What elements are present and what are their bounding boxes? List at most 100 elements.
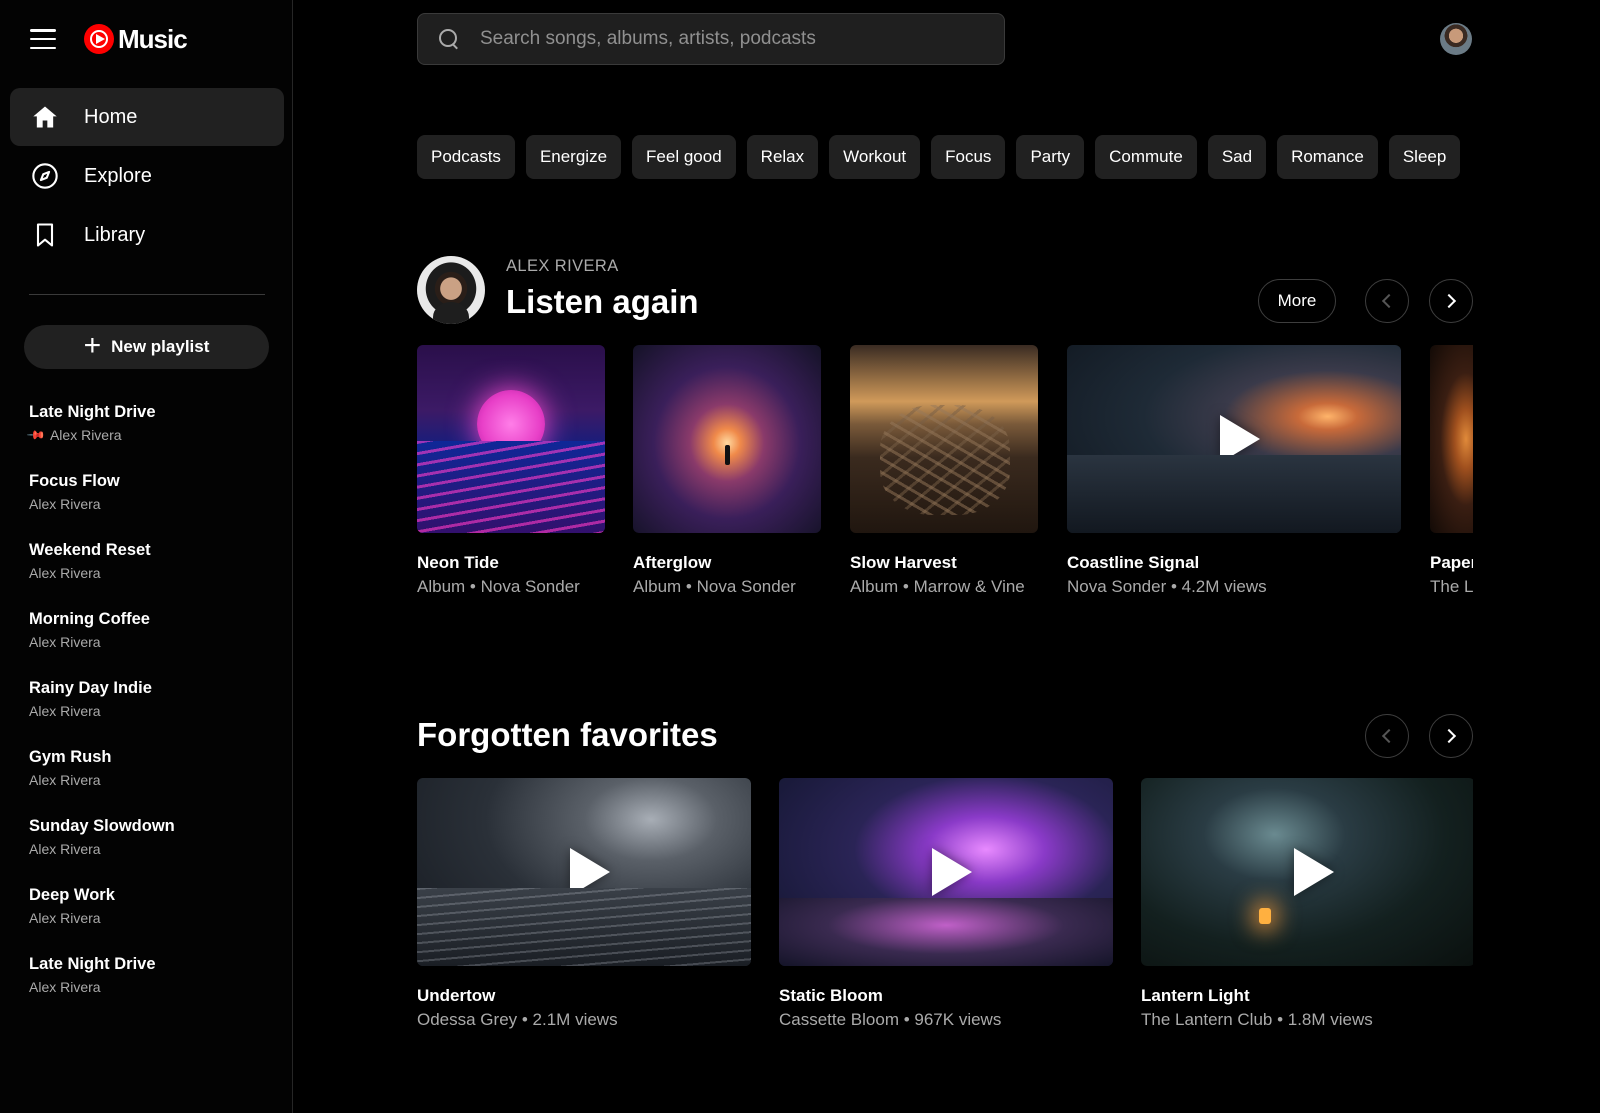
playlist-title: Rainy Day Indie — [29, 679, 152, 697]
play-icon[interactable] — [932, 848, 972, 896]
card-subtitle: Nova Sonder • 4.2M views — [1067, 577, 1267, 596]
play-icon[interactable] — [570, 848, 610, 896]
playlist-title: Weekend Reset — [29, 541, 151, 559]
carousel-next-button[interactable] — [1429, 714, 1473, 758]
sidebar-item-explore[interactable]: Explore — [10, 147, 284, 205]
video-thumbnail[interactable] — [1141, 778, 1473, 966]
playlist-item[interactable]: Late Night Drive 📌 Alex Rivera — [26, 402, 269, 471]
play-icon[interactable] — [1220, 415, 1260, 463]
album-art[interactable] — [417, 345, 605, 533]
menu-icon[interactable] — [30, 29, 56, 49]
app-logo[interactable]: Music — [84, 23, 188, 55]
chip-podcasts[interactable]: Podcasts — [417, 135, 515, 179]
sidebar-item-label: Home — [84, 105, 138, 128]
sidebar-item-home[interactable]: Home — [10, 88, 284, 146]
chip-energize[interactable]: Energize — [525, 135, 622, 179]
card-subtitle: The Lantern Club • 1.8M views — [1141, 1010, 1373, 1029]
playlist-item[interactable]: Sunday Slowdown Alex Rivera — [29, 816, 269, 885]
video-card[interactable]: Lantern Light The Lantern Club • 1.8M vi… — [1141, 778, 1473, 1030]
card-title[interactable]: Static Bloom — [779, 986, 1113, 1006]
playlist-title: Focus Flow — [29, 472, 120, 490]
sidebar-item-label: Library — [84, 223, 146, 246]
chip-workout[interactable]: Workout — [829, 135, 921, 179]
album-art[interactable] — [850, 345, 1038, 533]
video-thumbnail[interactable] — [779, 778, 1113, 966]
playlist-title: Late Night Drive — [29, 403, 156, 421]
chip-commute[interactable]: Commute — [1095, 135, 1197, 179]
album-card[interactable]: Paper Lanterns The Lantern Club — [1430, 345, 1473, 597]
playlist-owner: Alex Rivera — [29, 565, 101, 581]
playlist-owner: Alex Rivera — [49, 427, 122, 443]
video-thumbnail[interactable] — [1067, 345, 1401, 533]
search-bar[interactable] — [417, 13, 1005, 65]
logo-text: Music — [118, 23, 188, 54]
bookmark-icon — [30, 220, 60, 250]
album-art[interactable] — [633, 345, 821, 533]
playlist-item[interactable]: Focus Flow Alex Rivera — [29, 471, 269, 540]
sidebar: Music Home Explore Library + New playlis… — [0, 0, 293, 1113]
chip-romance[interactable]: Romance — [1277, 135, 1378, 179]
playlist-item[interactable]: Morning Coffee Alex Rivera — [29, 609, 269, 678]
chip-sleep[interactable]: Sleep — [1388, 135, 1461, 179]
video-card[interactable]: Coastline Signal Nova Sonder • 4.2M view… — [1067, 345, 1401, 597]
carousel-prev-button[interactable] — [1365, 714, 1409, 758]
card-title[interactable]: Lantern Light — [1141, 986, 1473, 1006]
playlist-item[interactable]: Weekend Reset Alex Rivera — [29, 540, 269, 609]
playlist-owner: Alex Rivera — [29, 703, 101, 719]
card-subtitle: Album • Marrow & Vine — [850, 577, 1025, 596]
play-icon[interactable] — [1294, 848, 1334, 896]
chip-feel-good[interactable]: Feel good — [632, 135, 736, 179]
section-title-forgotten-favorites: Forgotten favorites — [417, 716, 718, 753]
sidebar-item-library[interactable]: Library — [10, 206, 284, 264]
carousel-prev-button[interactable] — [1365, 279, 1409, 323]
album-card[interactable]: Neon Tide Album • Nova Sonder — [417, 345, 605, 597]
chevron-left-icon — [1381, 728, 1397, 744]
mood-chips: Podcasts Energize Feel good Relax Workout Foc… — [417, 135, 1473, 179]
account-avatar[interactable] — [1440, 23, 1472, 55]
playlist-title: Morning Coffee — [29, 610, 150, 628]
sidebar-nav: Home Explore Library — [10, 88, 284, 265]
card-title[interactable]: Coastline Signal — [1067, 553, 1401, 573]
sidebar-divider — [29, 294, 265, 295]
chip-focus[interactable]: Focus — [931, 135, 1006, 179]
card-subtitle: Album • Nova Sonder — [417, 577, 580, 596]
chevron-right-icon — [1441, 728, 1457, 744]
more-button[interactable]: More — [1258, 279, 1336, 323]
chip-party[interactable]: Party — [1016, 135, 1085, 179]
playlist-item[interactable]: Rainy Day Indie Alex Rivera — [29, 678, 269, 747]
playlist-owner: Alex Rivera — [29, 496, 101, 512]
carousel-next-button[interactable] — [1429, 279, 1473, 323]
card-title[interactable]: Undertow — [417, 986, 751, 1006]
video-thumbnail[interactable] — [417, 778, 751, 966]
user-avatar[interactable] — [417, 256, 485, 324]
home-icon — [30, 102, 60, 132]
video-card[interactable]: Static Bloom Cassette Bloom • 967K views — [779, 778, 1113, 1030]
card-title[interactable]: Neon Tide — [417, 553, 605, 573]
playlist-item[interactable]: Deep Work Alex Rivera — [29, 885, 269, 954]
playlist-owner-row: 📌 Alex Rivera — [26, 425, 269, 445]
playlist-owner: Alex Rivera — [29, 634, 101, 650]
section-title-listen-again: Listen again — [506, 283, 699, 320]
playlist-title: Deep Work — [29, 886, 115, 904]
video-card[interactable]: Undertow Odessa Grey • 2.1M views — [417, 778, 751, 1030]
chip-sad[interactable]: Sad — [1207, 135, 1267, 179]
playlist-item[interactable]: Late Night Drive Alex Rivera — [29, 954, 269, 1023]
album-card[interactable]: Afterglow Album • Nova Sonder — [633, 345, 821, 597]
card-subtitle: Album • Nova Sonder — [633, 577, 796, 596]
card-title[interactable]: Paper Lanterns — [1430, 553, 1473, 573]
card-title[interactable]: Slow Harvest — [850, 553, 1038, 573]
card-subtitle: Odessa Grey • 2.1M views — [417, 1010, 618, 1029]
album-art[interactable] — [1430, 345, 1473, 533]
playlist-list: Late Night Drive 📌 Alex Rivera Focus Flow… — [26, 402, 269, 1023]
search-input[interactable] — [480, 28, 980, 50]
playlist-item[interactable]: Gym Rush Alex Rivera — [29, 747, 269, 816]
album-card[interactable]: Slow Harvest Album • Marrow & Vine — [850, 345, 1038, 597]
card-title[interactable]: Afterglow — [633, 553, 821, 573]
compass-icon — [30, 161, 60, 191]
listen-again-carousel: Neon Tide Album • Nova Sonder Afterglow … — [417, 345, 1473, 605]
chip-relax[interactable]: Relax — [746, 135, 819, 179]
playlist-owner: Alex Rivera — [29, 841, 101, 857]
new-playlist-button[interactable]: + New playlist — [24, 325, 269, 369]
playlist-title: Late Night Drive — [29, 955, 156, 973]
section-kicker: ALEX RIVERA — [506, 257, 619, 275]
